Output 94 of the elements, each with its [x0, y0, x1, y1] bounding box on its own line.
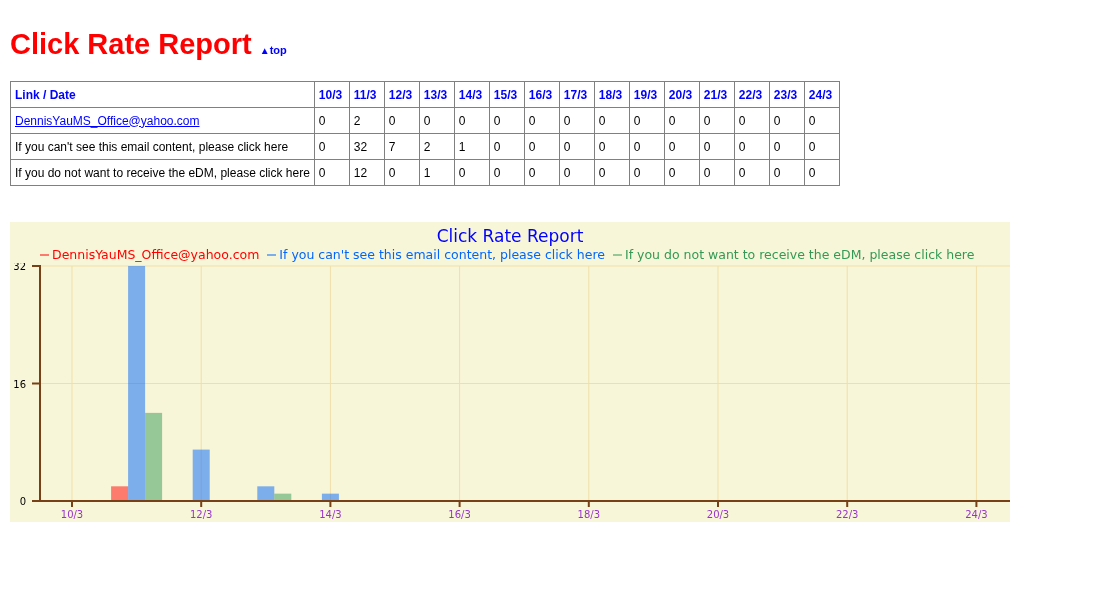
table-cell: 0 [734, 133, 770, 160]
tick-mark [846, 500, 849, 508]
table-cell: 1 [454, 133, 490, 160]
table-cell: 12 [349, 159, 385, 186]
table-cell: 0 [629, 133, 665, 160]
column-header: 24/3 [804, 81, 840, 108]
table-cell: 0 [559, 107, 595, 134]
table-cell: 0 [559, 159, 595, 186]
table-cell: 0 [804, 133, 840, 160]
axis-label: 14/3 [319, 509, 342, 520]
axis-label: 22/3 [835, 509, 859, 520]
table-cell: 0 [629, 159, 665, 186]
column-header: 13/3 [419, 81, 455, 108]
column-header: Link / Date [10, 81, 315, 108]
table-cell: 0 [559, 133, 595, 160]
table-cell: 0 [314, 133, 350, 160]
table-cell: 0 [489, 133, 525, 160]
tick-mark [31, 500, 41, 502]
up-triangle-icon: ▲ [259, 43, 270, 58]
column-header: 16/3 [524, 81, 560, 108]
axis-label: 10/3 [60, 509, 84, 520]
table-cell: 0 [524, 107, 560, 134]
table-cell: 0 [384, 107, 420, 134]
table-cell: 0 [769, 133, 805, 160]
tick-mark [587, 500, 590, 508]
column-header: 18/3 [594, 81, 630, 108]
page-title: Click Rate Report [10, 30, 252, 59]
legend-label: DennisYauMS_Office@yahoo.com [52, 247, 260, 263]
table-cell: 0 [454, 159, 490, 186]
table-cell: 0 [699, 159, 735, 186]
table-cell: 0 [629, 107, 665, 134]
table-cell: If you do not want to receive the eDM, please click here [10, 159, 315, 186]
column-header: 14/3 [454, 81, 490, 108]
column-header: 23/3 [769, 81, 805, 108]
column-header: 21/3 [699, 81, 735, 108]
tick-mark [717, 500, 719, 508]
table-cell: 0 [699, 133, 735, 160]
table-cell: 0 [314, 159, 350, 186]
table-cell: 0 [664, 107, 700, 134]
table-cell: 7 [384, 133, 420, 160]
table-cell: 0 [314, 107, 350, 134]
tick-mark [458, 500, 461, 508]
axis-label: 24/3 [965, 509, 988, 520]
column-header: 19/3 [629, 81, 665, 108]
table-cell: If you can't see this email content, please click here [10, 133, 315, 160]
table-cell: 0 [804, 107, 840, 134]
table-cell: 0 [734, 159, 770, 186]
column-header: 12/3 [384, 81, 420, 108]
table-cell: 0 [419, 107, 455, 134]
table-cell: 0 [454, 107, 490, 134]
column-header: 11/3 [349, 81, 385, 108]
tick-mark [200, 500, 203, 508]
table-cell: 0 [524, 133, 560, 160]
axis-label: 18/3 [577, 509, 601, 520]
table-cell: 0 [769, 159, 805, 186]
table-cell: 1 [419, 159, 455, 186]
table-cell: 0 [664, 133, 700, 160]
column-header: 20/3 [664, 81, 700, 108]
table-cell: 0 [594, 133, 630, 160]
column-header: 15/3 [489, 81, 525, 108]
table-cell: 0 [594, 107, 630, 134]
table-cell: 0 [489, 107, 525, 134]
tick-mark [975, 500, 978, 508]
table-cell: 0 [804, 159, 840, 186]
table-cell: 0 [734, 107, 770, 134]
table-cell: 2 [349, 107, 385, 134]
chart-bar [192, 449, 210, 501]
tick-mark [329, 500, 332, 508]
top-link[interactable]: ▲top [259, 42, 287, 59]
axis-label: 20/3 [706, 509, 730, 520]
table-cell: 0 [769, 107, 805, 134]
column-header: 10/3 [314, 81, 350, 108]
tick-mark [31, 265, 41, 267]
chart-title: Click Rate Report [436, 225, 584, 247]
axis-label: 32 [13, 263, 26, 272]
axis-label: 0 [19, 496, 26, 507]
legend-label: If you can't see this email content, please click here [279, 247, 605, 263]
tick-mark [71, 500, 73, 508]
table-cell: 0 [524, 159, 560, 186]
table-cell: 0 [384, 159, 420, 186]
table-cell: 32 [349, 133, 385, 160]
axis-label: 12/3 [189, 509, 213, 520]
column-header: 17/3 [559, 81, 595, 108]
table-cell: 0 [594, 159, 630, 186]
axis-label: 16/3 [448, 509, 471, 520]
table-cell: 0 [664, 159, 700, 186]
table-cell: 0 [489, 159, 525, 186]
table-cell: 2 [419, 133, 455, 160]
column-header: 22/3 [734, 81, 770, 108]
table-cell: 0 [699, 107, 735, 134]
legend-label: If you do not want to receive the eDM, please click here [625, 247, 975, 263]
axis-label: 16 [13, 378, 26, 390]
chart-bar [321, 493, 339, 501]
tick-mark [31, 382, 41, 385]
